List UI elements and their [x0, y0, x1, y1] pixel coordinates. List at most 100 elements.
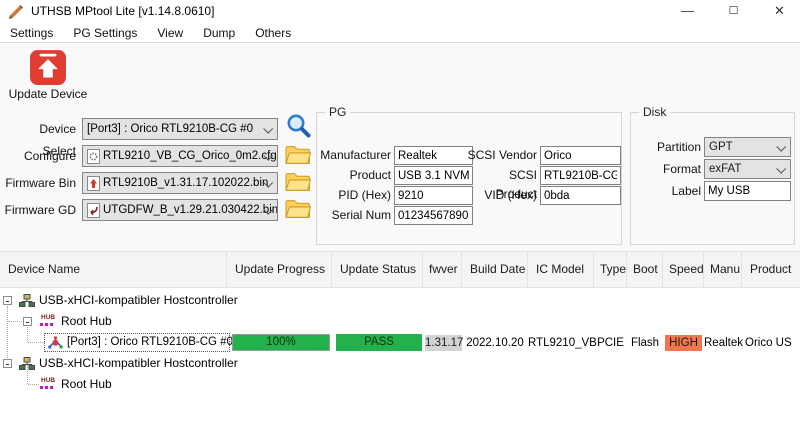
scsi-vendor-label: SCSI Vendor [465, 146, 537, 165]
device-select-combobox[interactable]: [Port3] : Orico RTL9210B-CG #0 [82, 118, 278, 140]
hub-icon: HUB [40, 378, 57, 391]
serial-num-label: Serial Num [319, 206, 391, 225]
device-select-value: [Port3] : Orico RTL9210B-CG #0 [87, 123, 253, 135]
firmware-gd-label: Firmware GD [4, 199, 76, 221]
disk-label-field[interactable] [704, 181, 791, 201]
tree-label-hostcontroller[interactable]: USB-xHCI-kompatibler Hostcontroller [39, 353, 238, 374]
update-device-button[interactable]: Update Device [6, 48, 90, 106]
menu-others[interactable]: Others [245, 23, 301, 43]
top-panel: Update Device Device Select [Port3] : Or… [0, 44, 800, 251]
menu-pg-settings[interactable]: PG Settings [63, 23, 147, 43]
column-device-name[interactable]: Device Name [0, 252, 227, 287]
configure-value: RTL9210_VB_CG_Orico_0m2.cfg [103, 150, 277, 162]
update-status-badge: PASS [336, 334, 422, 351]
menu-dump[interactable]: Dump [193, 23, 245, 43]
partition-value: GPT [709, 141, 733, 153]
hub-icon: HUB [40, 315, 57, 328]
scsi-product-field[interactable] [540, 166, 621, 185]
tree-label-hostcontroller[interactable]: USB-xHCI-kompatibler Hostcontroller [39, 290, 238, 311]
pg-groupbox: PG Manufacturer Product PID (Hex) Serial… [316, 112, 622, 245]
chevron-down-icon[interactable] [263, 124, 273, 134]
product-field[interactable] [394, 166, 473, 185]
minimize-button[interactable]: — [665, 0, 710, 23]
browse-firmware-gd-button[interactable] [284, 197, 312, 221]
partition-combobox[interactable]: GPT [704, 137, 791, 157]
search-device-button[interactable] [284, 113, 312, 137]
boot-value: Flash [627, 335, 663, 352]
pg-group-title: PG [325, 105, 350, 119]
column-update-progress[interactable]: Update Progress [227, 252, 332, 287]
tree-row-roothub-1[interactable]: HUB Root Hub [0, 311, 800, 332]
menu-bar: Settings PG Settings View Dump Others [0, 23, 800, 43]
window-title: UTHSB MPtool Lite [v1.14.8.0610] [31, 4, 214, 18]
column-ic-model[interactable]: IC Model [528, 252, 594, 287]
format-combobox[interactable]: exFAT [704, 159, 791, 179]
configure-label: Configure [4, 145, 76, 167]
uthsb-mptool-window: UTHSB MPtool Lite [v1.14.8.0610] — ☐ ✕ S… [0, 0, 800, 431]
collapse-box-icon[interactable] [3, 296, 12, 305]
search-icon [285, 112, 312, 139]
fwver-value: 1.31.17 [425, 335, 462, 351]
column-product[interactable]: Product [742, 252, 800, 287]
tree-row-hostcontroller-1[interactable]: USB-xHCI-kompatibler Hostcontroller [0, 290, 800, 311]
manu-value: Realtek [704, 335, 742, 352]
column-boot[interactable]: Boot [627, 252, 663, 287]
vid-field[interactable] [540, 186, 621, 205]
speed-badge: HIGH [665, 335, 702, 351]
host-controller-icon [19, 357, 35, 370]
format-label: Format [633, 160, 701, 179]
update-progress-bar: 100% [232, 334, 330, 351]
config-file-icon [87, 149, 100, 164]
partition-label: Partition [633, 138, 701, 157]
folder-icon [285, 145, 311, 165]
tree-row-hostcontroller-2[interactable]: USB-xHCI-kompatibler Hostcontroller [0, 353, 800, 374]
product-label: Product [319, 166, 391, 185]
maximize-button[interactable]: ☐ [711, 0, 756, 23]
tree-row-roothub-2[interactable]: HUB Root Hub [0, 374, 800, 395]
browse-firmware-bin-button[interactable] [284, 170, 312, 194]
serial-num-field[interactable] [394, 206, 473, 225]
table-header: Device Name Update Progress Update Statu… [0, 251, 800, 288]
product-value: Orico US [745, 335, 800, 352]
browse-configure-button[interactable] [284, 143, 312, 167]
column-manu[interactable]: Manu [704, 252, 742, 287]
gd-file-icon [87, 203, 100, 218]
disk-group-title: Disk [639, 105, 670, 119]
close-button[interactable]: ✕ [757, 0, 800, 23]
firmware-gd-combobox[interactable]: UTGDFW_B_v1.29.21.030422.bin [82, 199, 278, 221]
pid-field[interactable] [394, 186, 473, 205]
firmware-gd-value: UTGDFW_B_v1.29.21.030422.bin [103, 204, 278, 216]
type-value: PCIE [594, 335, 627, 352]
host-controller-icon [19, 294, 35, 307]
column-speed[interactable]: Speed [663, 252, 704, 287]
tree-row-device[interactable]: [Port3] : Orico RTL9210B-CG #0 100% PASS… [0, 332, 800, 353]
manufacturer-label: Manufacturer [319, 146, 391, 165]
chevron-down-icon[interactable] [776, 142, 786, 152]
manufacturer-field[interactable] [394, 146, 473, 165]
app-icon [8, 4, 24, 20]
tree-label-roothub[interactable]: Root Hub [61, 374, 112, 395]
chevron-down-icon[interactable] [776, 164, 786, 174]
column-update-status[interactable]: Update Status [332, 252, 423, 287]
column-build-date[interactable]: Build Date [462, 252, 528, 287]
collapse-box-icon[interactable] [23, 317, 32, 326]
collapse-box-icon[interactable] [3, 359, 12, 368]
column-fwver[interactable]: fwver [423, 252, 462, 287]
tree-label-roothub[interactable]: Root Hub [61, 311, 112, 332]
ic-model-value: RTL9210_VB [528, 335, 594, 352]
scsi-vendor-field[interactable] [540, 146, 621, 165]
column-type[interactable]: Type [594, 252, 627, 287]
firmware-bin-value: RTL9210B_v1.31.17.102022.bin [103, 177, 268, 189]
menu-view[interactable]: View [147, 23, 193, 43]
disk-label-label: Label [633, 182, 701, 201]
firmware-bin-label: Firmware Bin [4, 172, 76, 194]
bin-file-icon [87, 176, 100, 191]
firmware-bin-combobox[interactable]: RTL9210B_v1.31.17.102022.bin [82, 172, 278, 194]
folder-icon [285, 172, 311, 192]
title-bar: UTHSB MPtool Lite [v1.14.8.0610] — ☐ ✕ [0, 0, 800, 23]
tree-label-device-name[interactable]: [Port3] : Orico RTL9210B-CG #0 [67, 332, 233, 353]
menu-settings[interactable]: Settings [0, 23, 63, 43]
vid-label: VID (Hex) [465, 186, 537, 205]
update-device-icon [29, 48, 67, 86]
configure-combobox[interactable]: RTL9210_VB_CG_Orico_0m2.cfg [82, 145, 278, 167]
